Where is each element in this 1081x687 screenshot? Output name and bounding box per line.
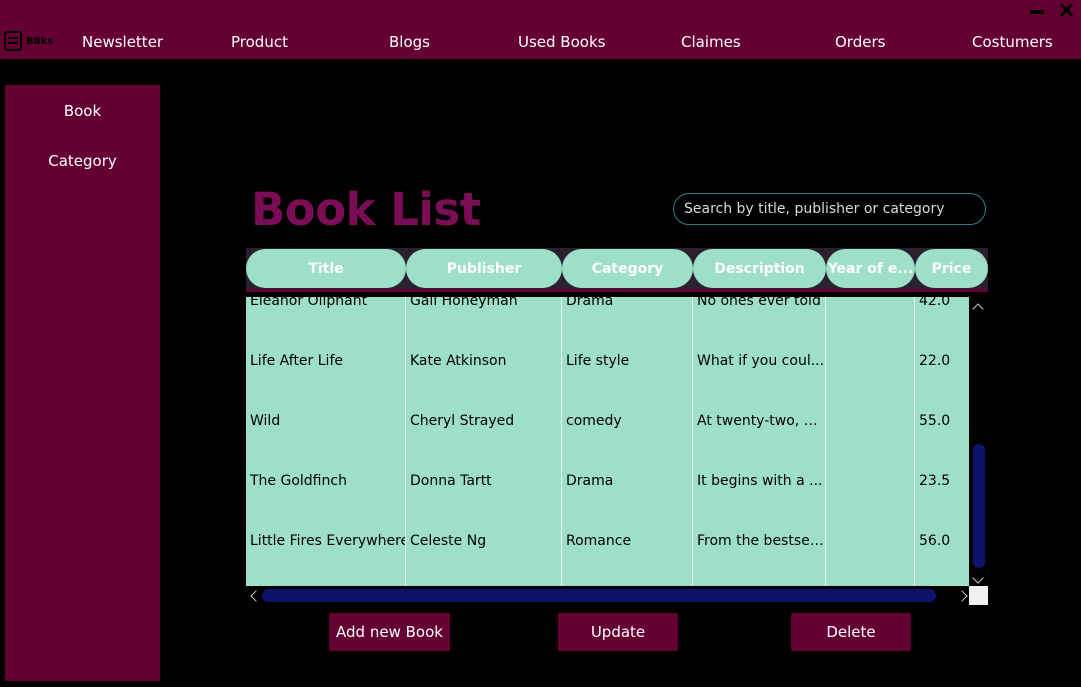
nav-item-claimes[interactable]: Claimes [681, 33, 741, 51]
chevron-up-icon[interactable] [972, 303, 984, 315]
logo-text: B8ks [26, 35, 54, 47]
book-icon [4, 31, 22, 51]
cell-title: The Goldfinch [250, 473, 347, 489]
page-title: Book List [251, 183, 481, 236]
cell-price: 22.0 [919, 353, 951, 369]
column-header-description[interactable]: Description [693, 249, 826, 288]
nav-item-used-books[interactable]: Used Books [518, 33, 605, 51]
scrollbar-corner [969, 586, 988, 605]
cell-publisher: Kate Atkinson [410, 353, 507, 369]
add-book-button[interactable]: Add new Book [329, 613, 450, 651]
nav-item-orders[interactable]: Orders [835, 33, 885, 51]
book-table: Eleanor Oliphant Gail Honeyman Drama No … [246, 297, 969, 586]
column-header-publisher[interactable]: Publisher [406, 249, 562, 288]
cell-price: 23.5 [919, 473, 951, 489]
chevron-right-icon[interactable] [956, 590, 968, 602]
cell-category: Life style [566, 353, 630, 369]
cell-year [826, 451, 914, 511]
cell-category: Drama [566, 297, 614, 309]
cell-year [826, 391, 914, 451]
table-row[interactable]: Wild Cheryl Strayed comedy At twenty-two… [246, 391, 969, 451]
top-nav-bar: B8ks Newsletter Product Blogs Used Books… [0, 0, 1081, 59]
cell-year [826, 297, 914, 331]
column-header-year[interactable]: Year of e... [826, 249, 915, 288]
cell-publisher: Cheryl Strayed [410, 413, 515, 429]
cell-title: Eleanor Oliphant [250, 297, 368, 309]
cell-price: 56.0 [919, 533, 951, 549]
vertical-scrollbar[interactable] [969, 297, 988, 586]
cell-category: comedy [566, 413, 622, 429]
cell-price: 42.0 [919, 297, 951, 309]
search-input[interactable] [673, 193, 986, 225]
table-row[interactable]: Life After Life Kate Atkinson Life style… [246, 331, 969, 391]
sidebar-item-category[interactable]: Category [5, 152, 160, 170]
cell-year [826, 511, 914, 571]
sidebar: Book Category [5, 85, 160, 681]
cell-description: At twenty-two, C... [697, 413, 825, 429]
cell-description: No ones ever told I [697, 297, 825, 309]
cell-publisher: Gail Honeyman [410, 297, 518, 309]
cell-description: From the bestsel... [697, 533, 825, 549]
cell-description: What if you coul... [697, 353, 825, 369]
nav-item-product[interactable]: Product [231, 33, 288, 51]
cell-year [826, 331, 914, 391]
cell-description: It begins with a ... [697, 473, 823, 489]
table-row[interactable]: Eleanor Oliphant Gail Honeyman Drama No … [246, 297, 969, 331]
cell-category: Romance [566, 533, 632, 549]
cell-title: Wild [250, 413, 281, 429]
app-logo[interactable]: B8ks [4, 30, 56, 52]
horizontal-scrollbar[interactable] [246, 586, 969, 605]
cell-title: Life After Life [250, 353, 343, 369]
close-icon[interactable] [1058, 2, 1074, 18]
minimize-icon[interactable] [1029, 2, 1045, 18]
sidebar-item-book[interactable]: Book [5, 102, 160, 120]
table-row[interactable]: Little Fires Everywhere Celeste Ng Roman… [246, 511, 969, 571]
cell-title: Little Fires Everywhere [250, 533, 405, 549]
vertical-scroll-thumb[interactable] [973, 444, 985, 568]
chevron-left-icon[interactable] [250, 590, 262, 602]
nav-item-costumers[interactable]: Costumers [972, 33, 1053, 51]
nav-item-newsletter[interactable]: Newsletter [82, 33, 163, 51]
column-header-price[interactable]: Price [915, 249, 988, 288]
chevron-down-icon[interactable] [972, 572, 984, 584]
column-header-category[interactable]: Category [562, 249, 693, 288]
cell-publisher: Donna Tartt [410, 473, 492, 489]
nav-item-blogs[interactable]: Blogs [389, 33, 430, 51]
cell-publisher: Celeste Ng [410, 533, 487, 549]
table-row[interactable]: The Goldfinch Donna Tartt Drama It begin… [246, 451, 969, 511]
column-header-title[interactable]: Title [246, 249, 406, 288]
cell-price: 55.0 [919, 413, 951, 429]
table-header: Title Publisher Category Description Yea… [246, 248, 988, 292]
delete-button[interactable]: Delete [791, 613, 911, 651]
horizontal-scroll-thumb[interactable] [262, 589, 936, 602]
cell-category: Drama [566, 473, 614, 489]
update-button[interactable]: Update [558, 613, 678, 651]
